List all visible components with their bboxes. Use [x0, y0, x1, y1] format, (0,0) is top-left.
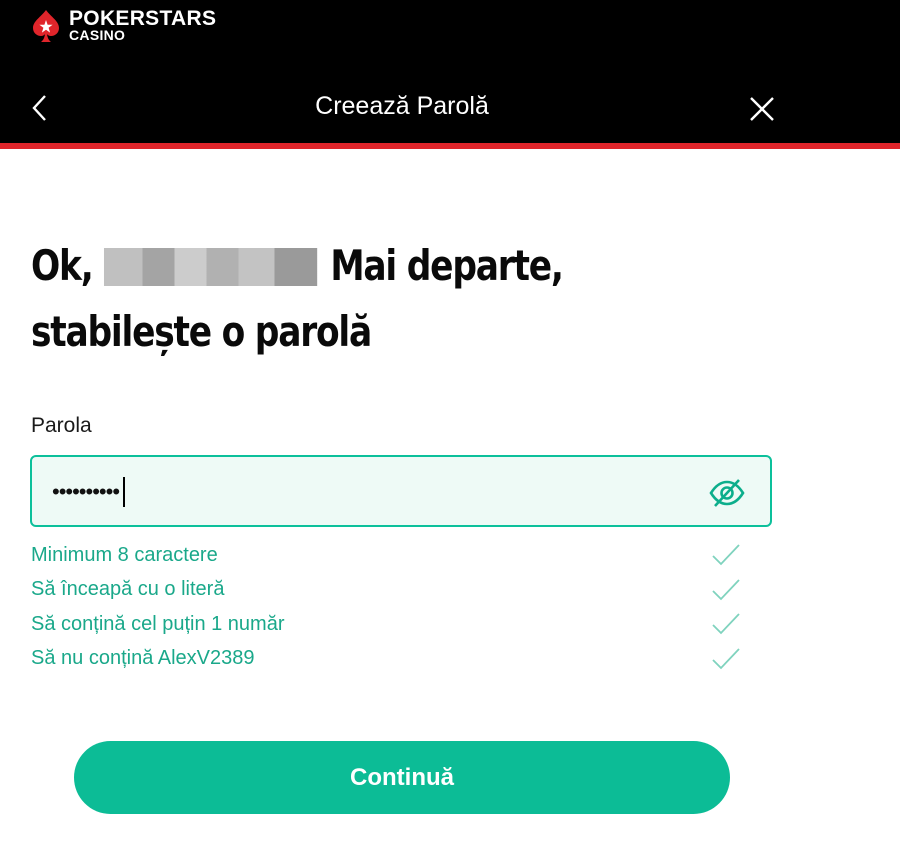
password-field[interactable]: ••••••••••	[30, 455, 772, 527]
check-icon	[712, 544, 740, 566]
rule-text: Minimum 8 caractere	[31, 543, 218, 566]
check-icon	[712, 578, 740, 600]
password-rule: Să înceapă cu o literă	[31, 573, 751, 608]
check-icon	[712, 647, 740, 669]
rule-text: Să înceapă cu o literă	[31, 578, 225, 601]
rule-text: Să nu conțină AlexV2389	[31, 647, 255, 670]
header-accent-line	[0, 143, 900, 149]
logo-brand-name: POKERSTARS	[69, 7, 217, 30]
text-caret	[123, 477, 126, 507]
heading-line-1: Ok, Mai departe,	[31, 233, 638, 299]
password-rules-list: Minimum 8 caractere Să înceapă cu o lite…	[31, 538, 751, 676]
close-button[interactable]	[744, 92, 780, 126]
heading-line-2: stabilește o parolă	[31, 307, 372, 356]
logo-brand-sub: CASINO	[69, 27, 126, 43]
password-rule: Să nu conțină AlexV2389	[31, 642, 751, 677]
pokerstars-casino-logo[interactable]: POKERSTARS CASINO	[31, 8, 216, 44]
heading-suffix: Mai departe,	[330, 241, 564, 290]
password-input[interactable]: ••••••••••	[52, 477, 126, 507]
toggle-password-visibility-button[interactable]	[708, 477, 746, 509]
eye-slash-icon	[709, 479, 745, 507]
pokerstars-spade-star-icon	[33, 10, 59, 42]
close-icon	[750, 97, 774, 121]
password-masked-value: ••••••••••	[52, 479, 120, 504]
password-rule: Să conțină cel puțin 1 număr	[31, 607, 751, 642]
password-label: Parola	[31, 414, 92, 437]
page-title: Creează Parolă	[315, 92, 489, 120]
heading-prefix: Ok,	[31, 241, 94, 290]
welcome-heading: Ok, Mai departe, stabilește o parolă	[31, 233, 638, 365]
blurred-username	[104, 248, 318, 286]
check-icon	[712, 613, 740, 635]
password-rule: Minimum 8 caractere	[31, 538, 751, 573]
rule-text: Să conțină cel puțin 1 număr	[31, 612, 285, 635]
continue-button-label: Continuă	[350, 763, 454, 791]
continue-button[interactable]: Continuă	[74, 741, 730, 814]
